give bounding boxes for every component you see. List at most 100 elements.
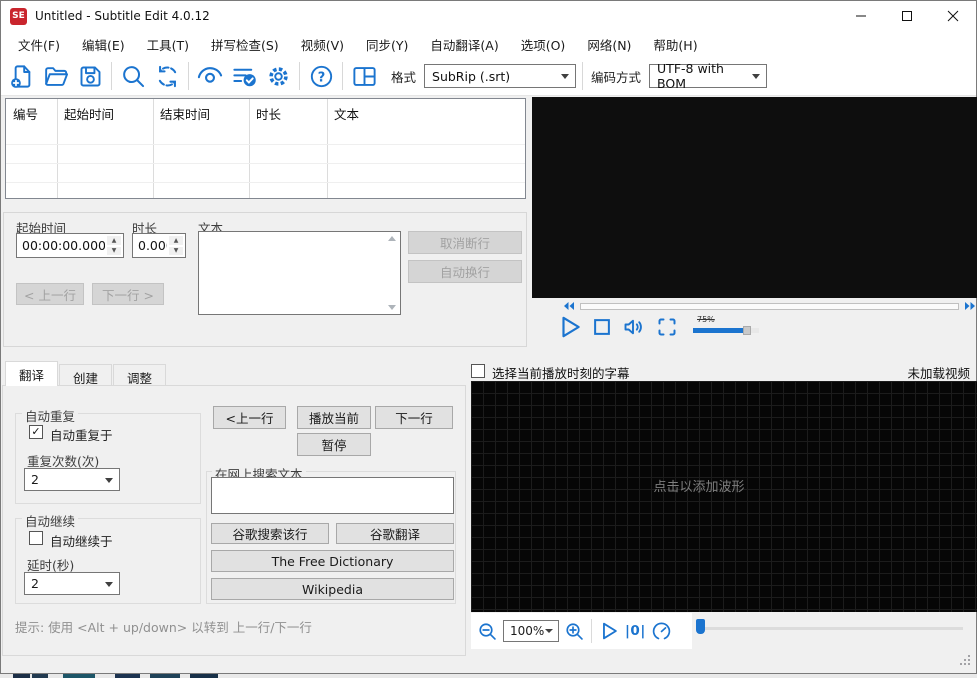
- menu-video[interactable]: 视频(V): [290, 31, 355, 58]
- playback-speed-icon[interactable]: [651, 621, 672, 642]
- subtitle-list[interactable]: 编号 起始时间 结束时间 时长 文本: [5, 98, 526, 199]
- start-time-input[interactable]: [17, 234, 105, 257]
- taskbar-segment: [13, 674, 30, 678]
- next-line-button[interactable]: 下一行 >: [92, 283, 164, 305]
- volume-thumb[interactable]: [743, 326, 751, 335]
- find-icon[interactable]: [116, 60, 150, 92]
- wikipedia-button[interactable]: Wikipedia: [211, 578, 454, 600]
- play-icon[interactable]: [557, 314, 583, 340]
- duration-spinner[interactable]: ▲▼: [132, 233, 186, 258]
- waveform-position-thumb[interactable]: [696, 619, 705, 634]
- column-number[interactable]: 编号: [6, 99, 57, 125]
- waveform-zoom-combobox[interactable]: 100%: [503, 620, 559, 642]
- spin-up-icon[interactable]: ▲: [169, 236, 183, 245]
- encoding-combobox[interactable]: UTF-8 with BOM: [649, 61, 768, 91]
- help-icon[interactable]: ?: [304, 60, 338, 92]
- pause-button[interactable]: 暂停: [297, 433, 371, 456]
- open-file-icon[interactable]: [39, 60, 73, 92]
- tab-adjust[interactable]: 调整: [113, 364, 167, 386]
- save-icon[interactable]: [73, 60, 107, 92]
- next-line-button-2[interactable]: 下一行: [375, 406, 453, 429]
- play-current-button[interactable]: 播放当前: [297, 406, 371, 429]
- minimize-button[interactable]: [838, 1, 884, 31]
- autobreak-button[interactable]: 自动换行: [408, 260, 522, 283]
- select-current-subtitle-checkbox[interactable]: [471, 364, 485, 378]
- menu-autotranslate[interactable]: 自动翻译(A): [419, 31, 509, 58]
- scroll-down-icon[interactable]: [388, 305, 396, 310]
- resize-grip[interactable]: [960, 655, 970, 665]
- row-divider: [6, 182, 525, 183]
- waveform-play-icon[interactable]: [598, 620, 620, 642]
- column-duration[interactable]: 时长: [249, 99, 327, 125]
- video-screen[interactable]: [532, 97, 977, 298]
- visual-sync-icon[interactable]: [193, 60, 227, 92]
- format-combobox[interactable]: SubRip (.srt): [424, 64, 577, 88]
- replace-icon[interactable]: [150, 60, 184, 92]
- play-current-second-icon[interactable]: |0|: [625, 623, 646, 639]
- fullscreen-icon[interactable]: [655, 315, 679, 339]
- menu-spellcheck[interactable]: 拼写检查(S): [200, 31, 290, 58]
- tab-create[interactable]: 创建: [59, 364, 113, 386]
- auto-continue-checkbox[interactable]: [29, 531, 43, 545]
- menu-sync[interactable]: 同步(Y): [355, 31, 419, 58]
- column-text[interactable]: 文本: [327, 99, 525, 125]
- spin-down-icon[interactable]: ▼: [107, 246, 121, 255]
- waveform-area[interactable]: 点击以添加波形: [471, 381, 977, 612]
- svg-text:?: ?: [317, 70, 325, 85]
- taskbar-segment: [150, 674, 180, 678]
- waveform-position-slider[interactable]: [704, 627, 963, 630]
- forward-icon[interactable]: [964, 301, 976, 311]
- mute-icon[interactable]: [621, 315, 647, 339]
- spell-check-icon[interactable]: [227, 60, 261, 92]
- taskbar-segment: [115, 674, 140, 678]
- tab-translate[interactable]: 翻译: [5, 361, 59, 386]
- spinner-arrows[interactable]: ▲ ▼: [168, 235, 184, 256]
- column-start-time[interactable]: 起始时间: [57, 99, 153, 125]
- menu-edit[interactable]: 编辑(E): [71, 31, 136, 58]
- chevron-down-icon: [752, 74, 761, 79]
- hint-text: 提示: 使用 <Alt + up/down> 以转到 上一行/下一行: [15, 620, 312, 635]
- google-translate-button[interactable]: 谷歌翻译: [336, 523, 454, 544]
- spin-up-icon[interactable]: ▲: [107, 236, 121, 245]
- encoding-value: UTF-8 with BOM: [657, 61, 724, 91]
- zoom-in-icon[interactable]: [564, 621, 585, 642]
- format-value: SubRip (.srt): [432, 68, 511, 84]
- menu-tools[interactable]: 工具(T): [136, 31, 200, 58]
- auto-repeat-checkbox[interactable]: ✓: [29, 425, 43, 439]
- menu-options[interactable]: 选项(O): [510, 31, 577, 58]
- scroll-up-icon[interactable]: [388, 236, 396, 241]
- taskbar-sliver: [0, 674, 977, 678]
- spin-down-icon[interactable]: ▼: [169, 246, 183, 255]
- free-dictionary-button[interactable]: The Free Dictionary: [211, 550, 454, 572]
- waveform-controls: 100% |0|: [471, 613, 692, 649]
- repeat-count-combobox[interactable]: 2: [24, 468, 120, 491]
- previous-line-button[interactable]: < 上一行: [16, 283, 84, 305]
- stop-icon[interactable]: [591, 316, 613, 338]
- video-status-label: 未加载视频: [907, 366, 970, 381]
- new-file-icon[interactable]: [5, 60, 39, 92]
- spinner-arrows[interactable]: ▲ ▼: [106, 235, 122, 256]
- maximize-button[interactable]: [884, 1, 930, 31]
- unbreak-button[interactable]: 取消断行: [408, 231, 522, 254]
- web-search-input[interactable]: [211, 477, 454, 514]
- start-time-spinner[interactable]: ▲▼: [16, 233, 124, 258]
- prev-line-button[interactable]: <上一行: [213, 406, 286, 429]
- volume-slider[interactable]: [693, 326, 759, 335]
- column-end-time[interactable]: 结束时间: [153, 99, 249, 125]
- menu-file[interactable]: 文件(F): [7, 31, 71, 58]
- waveform-zoom-value: 100%: [510, 624, 545, 638]
- duration-input[interactable]: [133, 234, 167, 257]
- menu-network[interactable]: 网络(N): [576, 31, 642, 58]
- video-seek-bar[interactable]: [580, 302, 959, 310]
- subtitle-text-area[interactable]: [198, 231, 401, 315]
- delay-combobox[interactable]: 2: [24, 572, 120, 595]
- rewind-icon[interactable]: [563, 301, 575, 311]
- settings-icon[interactable]: [261, 60, 295, 92]
- chevron-down-icon: [561, 74, 570, 79]
- google-search-line-button[interactable]: 谷歌搜索该行: [211, 523, 329, 544]
- close-button[interactable]: [930, 1, 976, 31]
- textarea-scrollbar[interactable]: [384, 232, 400, 314]
- zoom-out-icon[interactable]: [477, 621, 498, 642]
- menu-help[interactable]: 帮助(H): [642, 31, 708, 58]
- layout-icon[interactable]: [347, 60, 381, 92]
